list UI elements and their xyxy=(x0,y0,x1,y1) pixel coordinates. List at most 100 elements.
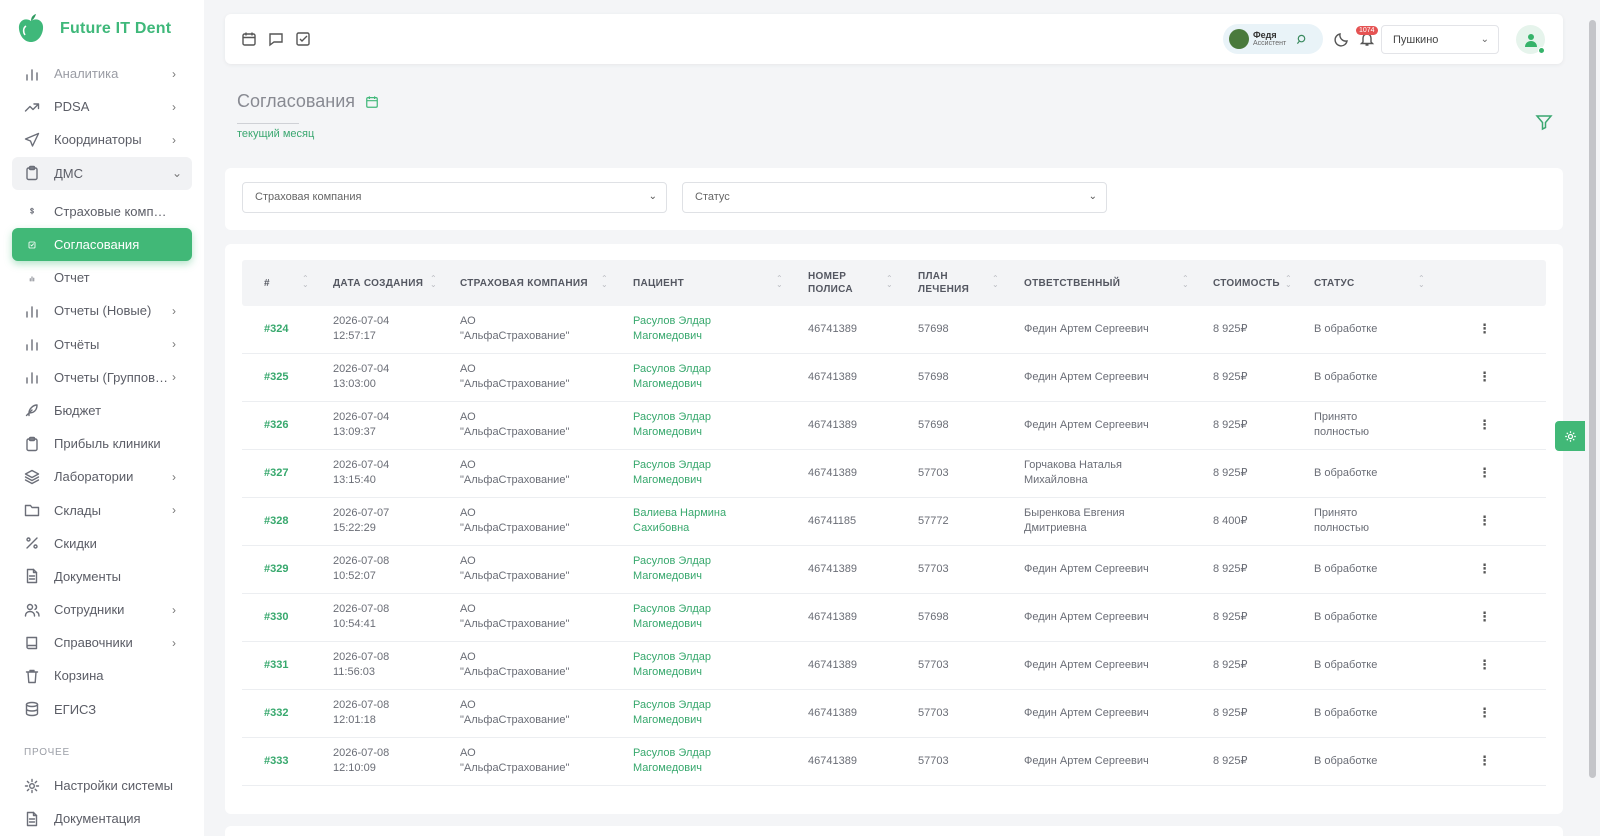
patient-link[interactable]: Расулов Элдар Магомедович xyxy=(633,410,711,440)
settings-tab[interactable] xyxy=(1555,421,1585,451)
table-row[interactable]: #329 2026-07-08 10:52:07 АО "АльфаСтраховани… xyxy=(242,546,1546,594)
patient-link[interactable]: Расулов Элдар Магомедович xyxy=(633,698,711,728)
more-vertical-icon[interactable]: ⋮ xyxy=(1478,514,1491,528)
sidebar-item-1[interactable]: PDSA › xyxy=(12,90,192,123)
sidebar-item-0[interactable]: Аналитика › xyxy=(12,57,192,90)
sidebar-item-14[interactable]: Скидки xyxy=(12,527,192,560)
sidebar-item-9[interactable]: Отчеты (Групповые) › xyxy=(12,361,192,394)
more-vertical-icon[interactable]: ⋮ xyxy=(1478,370,1491,384)
table-row[interactable]: #328 2026-07-07 15:22:29 АО "АльфаСтраховани… xyxy=(242,498,1546,546)
sidebar-item-8[interactable]: Отчёты › xyxy=(12,328,192,361)
calendar-icon[interactable] xyxy=(365,95,379,109)
insurer-select[interactable]: Страховая компания ⌄ xyxy=(242,182,667,213)
sort-icon[interactable]: ⌃ ⌄ xyxy=(601,275,608,289)
table-row[interactable]: #332 2026-07-08 12:01:18 АО "АльфаСтраховани… xyxy=(242,690,1546,738)
chat-icon[interactable] xyxy=(268,31,284,47)
more-vertical-icon[interactable]: ⋮ xyxy=(1478,322,1491,336)
sidebar-other-item-1[interactable]: Документация xyxy=(12,802,192,835)
sidebar-item-10[interactable]: Бюджет xyxy=(12,394,192,427)
created-date: 2026-07-08 12:01:18 xyxy=(333,699,390,726)
approval-id-link[interactable]: #326 xyxy=(264,418,288,433)
more-vertical-icon[interactable]: ⋮ xyxy=(1478,418,1491,432)
patient-link[interactable]: Расулов Элдар Магомедович xyxy=(633,314,711,344)
sidebar-item-3[interactable]: ДМС ⌄ xyxy=(12,156,192,190)
approval-id-link[interactable]: #327 xyxy=(264,466,288,481)
chevron-icon: › xyxy=(172,303,176,318)
approval-id-link[interactable]: #324 xyxy=(264,322,288,337)
sidebar-item-16[interactable]: Сотрудники › xyxy=(12,593,192,626)
sidebar-item-4[interactable]: Страховые компан... xyxy=(12,195,192,228)
approval-id-link[interactable]: #333 xyxy=(264,754,288,769)
sidebar-item-6[interactable]: Отчет xyxy=(12,261,192,294)
approval-id-link[interactable]: #332 xyxy=(264,706,288,721)
patient-link[interactable]: Расулов Элдар Магомедович xyxy=(633,602,711,632)
approval-id-link[interactable]: #331 xyxy=(264,658,288,673)
sidebar-item-19[interactable]: ЕГИСЗ xyxy=(12,693,192,726)
sort-icon[interactable]: ⌃ ⌄ xyxy=(1285,275,1292,289)
column-header-4[interactable]: НОМЕР ПОЛИСА xyxy=(808,260,868,306)
column-header-6[interactable]: ОТВЕТСТВЕННЫЙ xyxy=(1024,260,1120,306)
more-vertical-icon[interactable]: ⋮ xyxy=(1478,754,1491,768)
sidebar-item-7[interactable]: Отчеты (Новые) › xyxy=(12,294,192,327)
created-date: 2026-07-04 13:03:00 xyxy=(333,363,390,390)
column-header-7[interactable]: СТОИМОСТЬ xyxy=(1213,260,1280,306)
status: В обработке xyxy=(1314,611,1378,623)
column-header-8[interactable]: СТАТУС xyxy=(1314,260,1355,306)
sort-icon[interactable]: ⌃ ⌄ xyxy=(1182,275,1189,289)
calendar-icon[interactable] xyxy=(241,31,257,47)
checkbox-icon[interactable] xyxy=(295,31,311,47)
sort-icon[interactable]: ⌃ ⌄ xyxy=(1418,275,1425,289)
sidebar-item-2[interactable]: Координаторы › xyxy=(12,123,192,156)
table-row[interactable]: #327 2026-07-04 13:15:40 АО "АльфаСтраховани… xyxy=(242,450,1546,498)
filter-icon[interactable] xyxy=(1535,113,1553,131)
patient-link[interactable]: Расулов Элдар Магомедович xyxy=(633,746,711,776)
table-row[interactable]: #333 2026-07-08 12:10:09 АО "АльфаСтраховани… xyxy=(242,738,1546,786)
approval-id-link[interactable]: #330 xyxy=(264,610,288,625)
sort-icon[interactable]: ⌃ ⌄ xyxy=(302,275,309,289)
sort-icon[interactable]: ⌃ ⌄ xyxy=(776,275,783,289)
insurer-name: АО "АльфаСтрахование" xyxy=(460,315,570,342)
sidebar-item-12[interactable]: Лаборатории › xyxy=(12,460,192,493)
patient-link[interactable]: Расулов Элдар Магомедович xyxy=(633,362,711,392)
column-header-3[interactable]: ПАЦИЕНТ xyxy=(633,260,684,306)
sidebar-other-item-0[interactable]: Настройки системы xyxy=(12,769,192,802)
more-vertical-icon[interactable]: ⋮ xyxy=(1478,706,1491,720)
page-title-text: Согласования xyxy=(237,91,356,111)
sidebar-item-17[interactable]: Справочники › xyxy=(12,626,192,659)
table-row[interactable]: #325 2026-07-04 13:03:00 АО "АльфаСтраховани… xyxy=(242,354,1546,402)
moon-icon[interactable] xyxy=(1334,31,1350,47)
sidebar-item-18[interactable]: Корзина xyxy=(12,659,192,692)
status-select[interactable]: Статус ⌄ xyxy=(682,182,1107,213)
column-header-2[interactable]: СТРАХОВАЯ КОМПАНИЯ xyxy=(460,260,588,306)
period-link[interactable]: текущий месяц xyxy=(237,128,314,140)
more-vertical-icon[interactable]: ⋮ xyxy=(1478,562,1491,576)
approval-id-link[interactable]: #329 xyxy=(264,562,288,577)
table-row[interactable]: #330 2026-07-08 10:54:41 АО "АльфаСтраховани… xyxy=(242,594,1546,642)
patient-link[interactable]: Расулов Элдар Магомедович xyxy=(633,458,711,488)
more-vertical-icon[interactable]: ⋮ xyxy=(1478,658,1491,672)
table-row[interactable]: #324 2026-07-04 12:57:17 АО "АльфаСтраховани… xyxy=(242,306,1546,354)
column-header-5[interactable]: ПЛАН ЛЕЧЕНИЯ xyxy=(918,260,978,306)
logo[interactable]: Future IT Dent xyxy=(14,12,171,46)
column-header-1[interactable]: ДАТА СОЗДАНИЯ xyxy=(333,260,423,306)
scrollbar[interactable] xyxy=(1589,20,1596,778)
more-vertical-icon[interactable]: ⋮ xyxy=(1478,466,1491,480)
approval-id-link[interactable]: #325 xyxy=(264,370,288,385)
sidebar-item-13[interactable]: Склады › xyxy=(12,493,192,526)
more-vertical-icon[interactable]: ⋮ xyxy=(1478,610,1491,624)
patient-link[interactable]: Расулов Элдар Магомедович xyxy=(633,554,711,584)
column-header-0[interactable]: # xyxy=(264,260,270,306)
approval-id-link[interactable]: #328 xyxy=(264,514,288,529)
assistant-button[interactable]: Федя Ассистент xyxy=(1223,24,1323,54)
sort-icon[interactable]: ⌃ ⌄ xyxy=(886,275,893,289)
patient-link[interactable]: Валиева Нармина Сахибовна xyxy=(633,506,726,536)
sort-icon[interactable]: ⌃ ⌄ xyxy=(992,275,999,289)
patient-link[interactable]: Расулов Элдар Магомедович xyxy=(633,650,711,680)
branch-select[interactable]: Пушкино ⌄ xyxy=(1381,25,1499,54)
sort-icon[interactable]: ⌃ ⌄ xyxy=(430,275,437,289)
table-row[interactable]: #326 2026-07-04 13:09:37 АО "АльфаСтраховани… xyxy=(242,402,1546,450)
table-row[interactable]: #331 2026-07-08 11:56:03 АО "АльфаСтраховани… xyxy=(242,642,1546,690)
sidebar-item-11[interactable]: Прибыль клиники xyxy=(12,427,192,460)
sidebar-item-15[interactable]: Документы xyxy=(12,560,192,593)
sidebar-item-5[interactable]: Согласования xyxy=(12,227,192,262)
